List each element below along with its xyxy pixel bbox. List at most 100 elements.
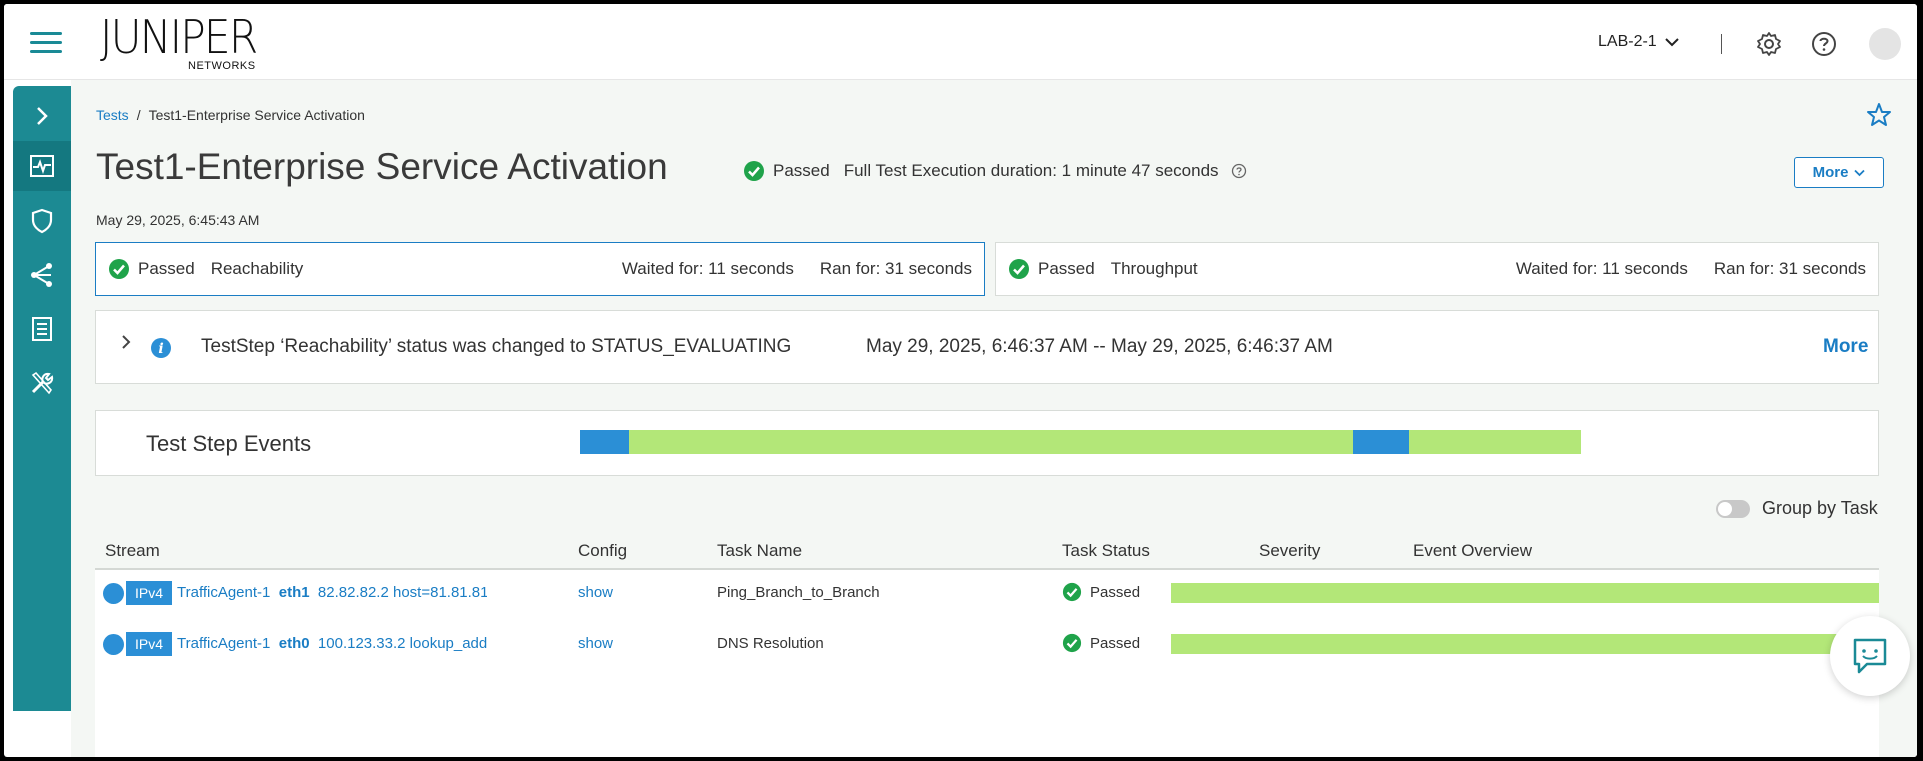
group-by-task: Group by Task <box>1716 498 1878 519</box>
step-status: Passed <box>138 259 195 278</box>
chevron-right-icon[interactable] <box>120 333 132 351</box>
check-circle-icon <box>1062 633 1082 653</box>
stream-link[interactable]: TrafficAgent-1 eth1 82.82.82.2 host=81.8… <box>177 584 487 601</box>
config-show-link[interactable]: show <box>578 584 613 601</box>
task-status: Passed <box>1062 582 1140 602</box>
status-badge: Passed <box>773 161 830 180</box>
timeline-segment-pass[interactable] <box>629 430 1353 454</box>
task-status: Passed <box>1062 633 1140 653</box>
event-more-link[interactable]: More <box>1823 336 1868 358</box>
column-header[interactable]: Task Status <box>1062 541 1150 561</box>
task-name: DNS Resolution <box>717 635 824 652</box>
page-title: Test1-Enterprise Service Activation <box>96 146 668 187</box>
breadcrumb-tests-link[interactable]: Tests <box>96 107 129 123</box>
stream-color-dot <box>103 583 124 604</box>
gear-icon[interactable] <box>1755 30 1783 58</box>
group-by-task-toggle[interactable] <box>1716 499 1750 518</box>
more-button[interactable]: More <box>1794 157 1884 188</box>
check-circle-icon <box>1009 259 1029 279</box>
check-circle-icon <box>1062 582 1082 602</box>
step-name: Throughput <box>1110 259 1198 278</box>
sidebar <box>13 86 71 711</box>
main-content: Tests / Test1-Enterprise Service Activat… <box>71 80 1917 757</box>
app-window: JUNIPER NETWORKS LAB-2-1 Tests / Test1-E… <box>4 4 1917 757</box>
protocol-badge: IPv4 <box>126 632 172 656</box>
step-card-throughput[interactable]: Passed Throughput Waited for: 11 seconds… <box>995 242 1879 296</box>
group-by-task-label: Group by Task <box>1762 498 1878 518</box>
share-nodes-icon <box>31 263 52 287</box>
shield-icon <box>31 208 53 234</box>
help-icon[interactable] <box>1231 163 1247 179</box>
activity-icon <box>30 155 54 177</box>
stream-link[interactable]: TrafficAgent-1 eth0 100.123.33.2 lookup_… <box>177 635 487 652</box>
step-card-reachability[interactable]: Passed Reachability Waited for: 11 secon… <box>95 242 985 296</box>
document-icon <box>32 317 52 341</box>
stream-details: 100.123.33.2 lookup_address=jur <box>317 635 487 652</box>
column-header[interactable]: Severity <box>1259 541 1320 561</box>
task-name: Ping_Branch_to_Branch <box>717 584 880 601</box>
sidebar-item-security[interactable] <box>13 196 71 246</box>
column-header[interactable]: Event Overview <box>1413 541 1532 561</box>
stream-details: 82.82.82.2 host=81.81.81.2 <box>317 584 487 601</box>
stream-color-dot <box>103 634 124 655</box>
chat-icon <box>1853 638 1887 674</box>
chevron-down-icon <box>1664 38 1679 47</box>
table-row[interactable]: IPv4 TrafficAgent-1 eth1 82.82.82.2 host… <box>95 572 1879 614</box>
tenant-label: LAB-2-1 <box>1598 33 1657 50</box>
timeline-segment-pass[interactable] <box>1409 430 1581 454</box>
check-circle-icon <box>109 259 129 279</box>
duration-text: Full Test Execution duration: 1 minute 4… <box>843 161 1219 180</box>
table-row[interactable]: IPv4 TrafficAgent-1 eth0 100.123.33.2 lo… <box>95 623 1879 665</box>
breadcrumb-separator: / <box>136 107 141 123</box>
event-card: i TestStep ‘Reachability’ status was cha… <box>95 310 1879 384</box>
star-icon[interactable] <box>1866 102 1892 128</box>
help-icon[interactable] <box>1810 30 1838 58</box>
sidebar-item-monitor[interactable] <box>13 141 71 191</box>
tools-icon <box>31 371 54 395</box>
column-header[interactable]: Task Name <box>717 541 802 561</box>
check-circle-icon <box>744 161 764 181</box>
stream-interface: eth0 <box>278 635 310 652</box>
sidebar-item-tools[interactable] <box>13 358 71 408</box>
chat-button[interactable] <box>1830 616 1910 696</box>
event-overview-bar[interactable] <box>1171 583 1879 603</box>
events-table: Stream Config Task Name Task Status Seve… <box>95 532 1879 757</box>
step-ran: Ran for: 31 seconds <box>1713 259 1866 278</box>
sidebar-item-network[interactable] <box>13 250 71 300</box>
header-divider <box>1721 34 1722 54</box>
test-step-events-label: Test Step Events <box>146 431 312 456</box>
svg-text:i: i <box>158 341 163 357</box>
sidebar-expand-button[interactable] <box>13 91 71 141</box>
breadcrumb-current: Test1-Enterprise Service Activation <box>148 107 365 123</box>
info-icon: i <box>151 338 171 358</box>
juniper-logo: JUNIPER NETWORKS <box>100 10 258 72</box>
column-header[interactable]: Config <box>578 541 627 561</box>
event-message: TestStep ‘Reachability’ status was chang… <box>201 336 792 357</box>
test-step-events-timeline <box>580 430 1581 454</box>
config-show-link[interactable]: show <box>578 635 613 652</box>
test-date: May 29, 2025, 6:45:43 AM <box>96 212 260 228</box>
timeline-segment-info[interactable] <box>580 430 629 454</box>
chevron-down-icon <box>1854 169 1866 176</box>
event-time-range: May 29, 2025, 6:46:37 AM -- May 29, 2025… <box>866 336 1333 357</box>
avatar[interactable] <box>1869 28 1901 60</box>
chevron-right-icon <box>37 107 48 125</box>
stream-agent: TrafficAgent-1 <box>177 584 271 601</box>
task-status-label: Passed <box>1090 634 1141 652</box>
breadcrumb: Tests / Test1-Enterprise Service Activat… <box>96 107 365 123</box>
event-overview-bar[interactable] <box>1171 634 1879 654</box>
test-status: Passed Full Test Execution duration: 1 m… <box>743 160 1247 182</box>
tenant-selector[interactable]: LAB-2-1 <box>1598 33 1679 51</box>
step-name: Reachability <box>210 259 304 278</box>
stream-agent: TrafficAgent-1 <box>177 635 271 652</box>
step-waited: Waited for: 11 seconds <box>621 259 794 278</box>
step-status: Passed <box>1038 259 1095 278</box>
step-waited: Waited for: 11 seconds <box>1515 259 1688 278</box>
sidebar-item-reports[interactable] <box>13 304 71 354</box>
test-step-events-card: Test Step Events <box>95 410 1879 476</box>
menu-icon[interactable] <box>30 32 62 54</box>
timeline-segment-info[interactable] <box>1353 430 1409 454</box>
top-bar: JUNIPER NETWORKS LAB-2-1 <box>4 4 1917 80</box>
protocol-badge: IPv4 <box>126 581 172 605</box>
column-header[interactable]: Stream <box>105 541 160 561</box>
